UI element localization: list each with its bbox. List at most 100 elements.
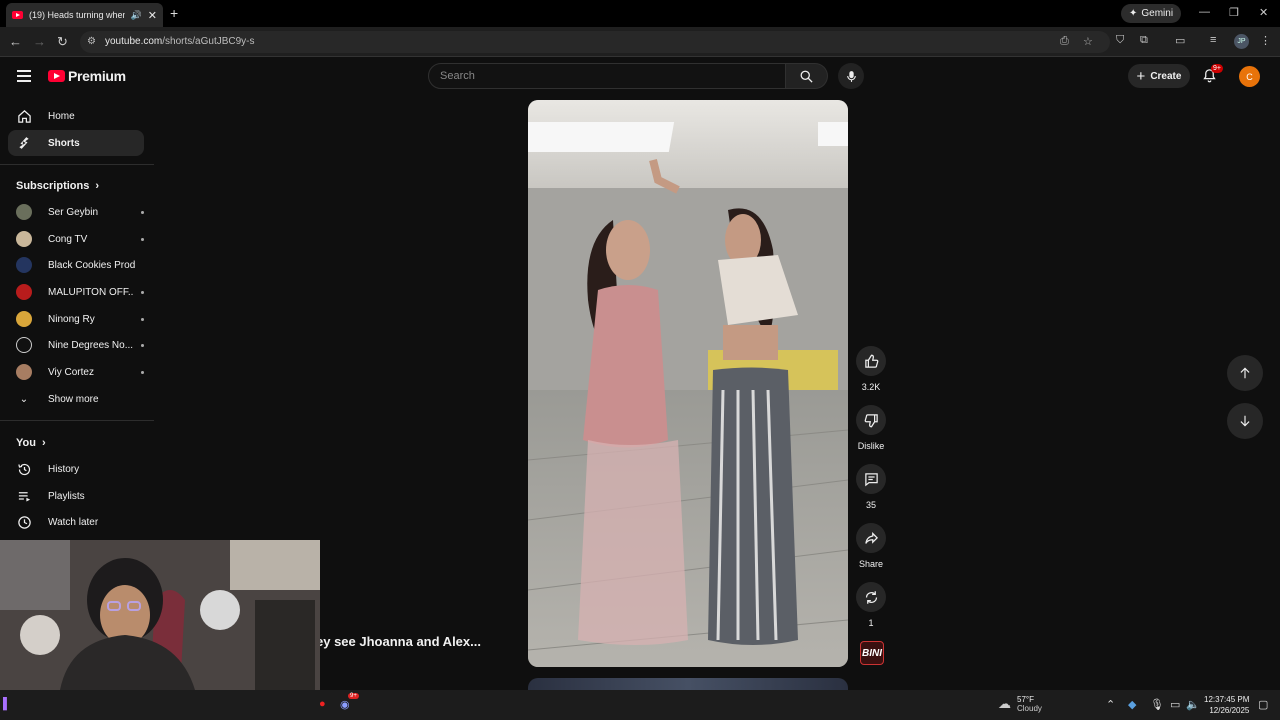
new-content-dot (141, 343, 144, 347)
reload-icon[interactable]: ↻ (57, 34, 68, 50)
youtube-premium-logo[interactable]: Premium (48, 68, 126, 84)
remix-button[interactable]: 1 (855, 582, 887, 628)
subscriptions-heading[interactable]: Subscriptions › (16, 180, 99, 192)
dislike-button[interactable]: Dislike (855, 405, 887, 451)
display-icon[interactable]: ▭ (1170, 698, 1180, 711)
volume-icon[interactable]: 🔈 (1186, 698, 1200, 711)
bookmark-star-icon[interactable]: ☆ (1083, 35, 1093, 48)
subscription-item[interactable]: MALUPITON OFF... (8, 279, 144, 305)
sidebar-item-label: Home (48, 110, 75, 122)
weather-widget[interactable]: ☁ 57°F Cloudy (998, 695, 1042, 713)
you-heading[interactable]: You › (16, 437, 46, 449)
home-icon (16, 108, 32, 124)
share-button[interactable]: Share (855, 523, 887, 569)
history-icon (16, 461, 32, 477)
plus-icon: + (1136, 67, 1146, 85)
show-more-button[interactable]: ⌄ Show more (8, 386, 144, 412)
sidebar-item-playlists[interactable]: Playlists (8, 483, 144, 509)
discord-badge: 9+ (348, 693, 359, 699)
sidebar-item-history[interactable]: History (8, 456, 144, 482)
chevron-up-icon[interactable]: ⌃ (1106, 698, 1115, 711)
subscription-item[interactable]: Ninong Ry (8, 306, 144, 332)
chevron-right-icon: › (95, 180, 100, 192)
search-button[interactable] (786, 63, 828, 89)
youtube-play-icon (48, 70, 65, 82)
twitch-icon[interactable]: ▌ (3, 698, 11, 710)
new-content-dot (141, 317, 144, 321)
sidebar-item-home[interactable]: Home (8, 103, 144, 129)
chevron-right-icon: › (41, 437, 46, 449)
microphone-tray-icon[interactable]: 🎙 (1150, 698, 1164, 711)
browser-menu-icon[interactable]: ⋮ (1260, 34, 1271, 47)
discord-icon[interactable]: ◉ (340, 698, 350, 711)
thumbs-up-icon (864, 354, 878, 368)
forward-icon[interactable]: → (33, 34, 46, 49)
short-title[interactable]: ey see Jhoanna and Alex... (316, 634, 481, 649)
sidebar-item-label: Shorts (48, 137, 80, 149)
close-tab-icon[interactable]: ✕ (148, 9, 157, 22)
comments-button[interactable]: 35 (855, 464, 887, 510)
windows-taskbar: ▌ ● ◉ 9+ ☁ 57°F Cloudy ⌃ ◆ 🎙 ▭ 🔈 12:37:4… (0, 690, 1280, 720)
thumbs-down-icon (864, 413, 878, 427)
youtube-favicon-icon (12, 11, 23, 19)
create-button[interactable]: + Create (1128, 64, 1190, 88)
sidebar-item-shorts[interactable]: Shorts (8, 130, 144, 156)
window-close-icon[interactable]: ✕ (1259, 6, 1268, 19)
cloud-icon: ☁ (998, 696, 1011, 711)
minimize-icon[interactable]: — (1199, 6, 1210, 18)
browser-profile-avatar[interactable]: JP (1234, 34, 1249, 49)
new-content-dot (141, 210, 144, 214)
like-button[interactable]: 3.2K (855, 346, 887, 392)
subscription-item[interactable]: Black Cookies Prod... (8, 252, 144, 278)
new-content-dot (141, 370, 144, 374)
media-controls-icon[interactable]: ≡ (1210, 34, 1216, 46)
webcam-feed (0, 540, 320, 690)
subscription-item[interactable]: Nine Degrees No... (8, 332, 144, 358)
gemini-label: Gemini (1141, 8, 1174, 19)
shorts-video-player[interactable] (528, 100, 848, 667)
sound-thumbnail-text: BINI (862, 647, 882, 659)
extensions-icon[interactable]: ⧉ (1140, 34, 1148, 47)
menu-icon[interactable] (17, 70, 31, 82)
channel-avatar (16, 284, 32, 300)
previous-short-button[interactable] (1227, 355, 1263, 391)
subscription-item[interactable]: Ser Geybin (8, 199, 144, 225)
account-avatar[interactable]: C (1239, 66, 1260, 87)
subscription-item[interactable]: Cong TV (8, 226, 144, 252)
app-tray-icon[interactable]: ◆ (1128, 698, 1136, 711)
comment-count: 35 (865, 500, 876, 510)
notifications-button[interactable]: 9+ (1202, 64, 1223, 89)
sidebar-item-watch-later[interactable]: Watch later (8, 509, 144, 535)
sparkle-icon: ✦ (1129, 8, 1138, 19)
site-info-icon[interactable]: ⚙ (87, 36, 96, 47)
url-text[interactable]: youtube.com/shorts/aGutJBC9y-s (105, 36, 255, 47)
browser-toolbar: ← → ↻ ⚙ youtube.com/shorts/aGutJBC9y-s ⎙… (0, 27, 1280, 57)
channel-avatar (16, 257, 32, 273)
sound-thumbnail[interactable]: BINI (860, 641, 884, 665)
search-box (428, 63, 786, 89)
remix-count: 1 (868, 618, 874, 628)
new-content-dot (141, 237, 144, 241)
install-app-icon[interactable]: ⎙ (1060, 35, 1069, 48)
divider (0, 164, 154, 165)
back-icon[interactable]: ← (9, 34, 22, 49)
next-short-button[interactable] (1227, 403, 1263, 439)
subscription-item[interactable]: Viy Cortez (8, 359, 144, 385)
recording-dot-icon: ● (319, 698, 326, 710)
shield-icon[interactable]: ⛉ (1116, 34, 1124, 47)
tab-search-icon[interactable]: ▭ (1175, 34, 1185, 47)
browser-tab[interactable]: (19) Heads turning when th 🔊 ✕ (6, 3, 163, 27)
notification-center-icon[interactable]: ▢ (1258, 698, 1268, 711)
restore-icon[interactable]: ❐ (1229, 6, 1239, 19)
new-tab-button[interactable]: + (170, 5, 178, 21)
system-clock[interactable]: 12:37:45 PM 12/26/2025 (1204, 694, 1249, 716)
channel-avatar (16, 364, 32, 380)
search-input[interactable] (429, 64, 785, 88)
sidebar-item-label: Playlists (48, 490, 85, 502)
speaker-icon[interactable]: 🔊 (131, 10, 142, 21)
gemini-button[interactable]: ✦ Gemini (1121, 4, 1182, 23)
sidebar-item-label: Watch later (48, 516, 99, 528)
address-bar[interactable]: ⚙ youtube.com/shorts/aGutJBC9y-s ⎙ ☆ (80, 31, 1110, 53)
voice-search-button[interactable] (838, 63, 864, 89)
divider (0, 420, 154, 421)
